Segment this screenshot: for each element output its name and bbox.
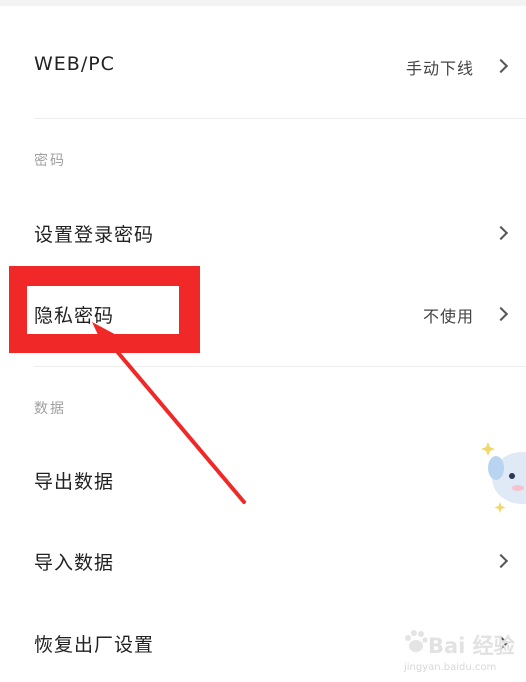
watermark-brand: Bai 经验: [428, 634, 515, 658]
paw-icon: [405, 630, 428, 652]
annotation-arrow-icon: [92, 322, 246, 504]
watermark-url: jingyan.baidu.com: [404, 662, 497, 673]
mascot-icon: [481, 442, 526, 513]
